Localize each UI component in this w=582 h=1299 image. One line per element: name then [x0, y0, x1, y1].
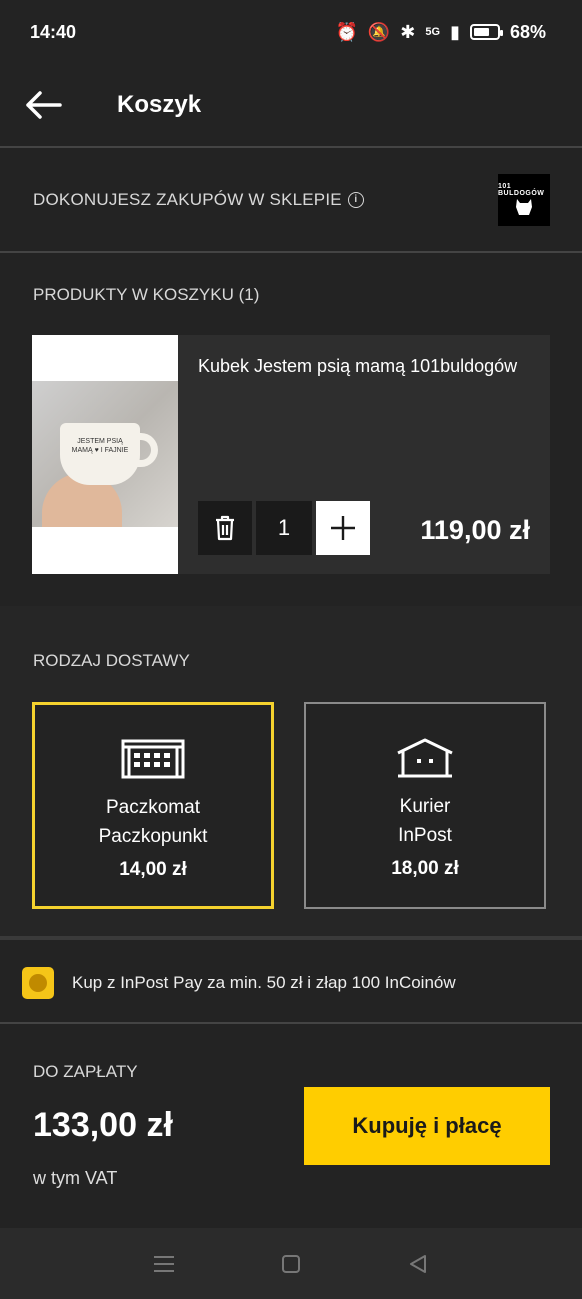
- delivery-section: RODZAJ DOSTAWY Paczkomat Paczkopunkt 14,…: [0, 606, 582, 940]
- delivery-option-price: 18,00 zł: [391, 858, 459, 879]
- shop-row: DOKONUJESZ ZAKUPÓW W SKLEPIE i 101 BULDO…: [0, 148, 582, 253]
- app-header: Koszyk: [0, 64, 582, 148]
- promo-bar[interactable]: Kup z InPost Pay za min. 50 zł i złap 10…: [0, 944, 582, 1024]
- delivery-option-line2: InPost: [398, 825, 452, 846]
- battery-icon: [469, 24, 503, 40]
- back-button[interactable]: [4, 63, 84, 147]
- system-nav-bar: [0, 1228, 582, 1299]
- product-price: 119,00 zł: [420, 515, 530, 545]
- arrow-left-icon: [26, 91, 62, 119]
- shop-label-container: DOKONUJESZ ZAKUPÓW W SKLEPIE i: [33, 190, 364, 210]
- delivery-option-price: 14,00 zł: [119, 859, 187, 880]
- delivery-title: RODZAJ DOSTAWY: [33, 651, 190, 670]
- delivery-option-paczkomat[interactable]: Paczkomat Paczkopunkt 14,00 zł: [32, 702, 274, 909]
- info-icon[interactable]: i: [347, 191, 364, 208]
- vat-note: w tym VAT: [33, 1168, 118, 1188]
- back-nav-button[interactable]: [396, 1242, 440, 1286]
- home-nav-button[interactable]: [269, 1242, 313, 1286]
- total-amount: 133,00 zł: [33, 1106, 173, 1144]
- status-bar: 14:40 ⏰ 🔕 ✱ 5G ▮ 68%: [0, 0, 582, 64]
- product-photo: JESTEM PSIĄ MAMĄ ♥ I FAJNIE: [32, 381, 178, 527]
- parcel-locker-icon: [121, 737, 185, 781]
- bluetooth-icon: ✱: [400, 21, 416, 42]
- alarm-icon: ⏰: [335, 21, 358, 42]
- menu-icon: [153, 1255, 174, 1272]
- products-title: PRODUKTY W KOSZYKU (1): [33, 285, 260, 304]
- quantity-value: 1: [256, 501, 312, 555]
- buy-and-pay-button[interactable]: Kupuję i płacę: [304, 1087, 550, 1165]
- bulldog-icon: [516, 198, 532, 215]
- delivery-option-line2: Paczkopunkt: [98, 826, 208, 847]
- shop-label: DOKONUJESZ ZAKUPÓW W SKLEPIE: [33, 189, 342, 209]
- coin-inner: [29, 974, 47, 992]
- battery-percent: 68%: [509, 21, 546, 42]
- square-icon: [281, 1254, 300, 1273]
- trash-icon: [216, 515, 234, 541]
- summary: DO ZAPŁATY 133,00 zł w tym VAT Kupuję i …: [0, 1024, 582, 1228]
- quantity-stepper: 1: [198, 501, 370, 555]
- house-icon: [395, 736, 455, 780]
- promo-text: Kup z InPost Pay za min. 50 zł i złap 10…: [72, 973, 456, 992]
- incoin-icon: [22, 967, 54, 999]
- signal-icon: ▮: [450, 21, 460, 42]
- summary-label: DO ZAPŁATY: [33, 1062, 138, 1081]
- product-name: Kubek Jestem psią mamą 101buldogów: [198, 356, 518, 376]
- increase-quantity-button[interactable]: [316, 501, 370, 555]
- menu-nav-button[interactable]: [142, 1242, 186, 1286]
- product-image[interactable]: JESTEM PSIĄ MAMĄ ♥ I FAJNIE: [32, 335, 178, 574]
- delivery-option-line1: Paczkomat: [106, 797, 200, 818]
- page-title: Koszyk: [117, 91, 202, 118]
- plus-icon: [331, 516, 355, 540]
- mug-print: JESTEM PSIĄ MAMĄ ♥ I FAJNIE: [71, 438, 129, 454]
- status-icons: ⏰ 🔕 ✱ 5G ▮ 68%: [335, 22, 546, 43]
- delivery-option-kurier[interactable]: Kurier InPost 18,00 zł: [304, 702, 546, 909]
- delivery-option-line1: Kurier: [399, 796, 451, 817]
- shop-logo-text: 101 BULDOGÓW: [498, 182, 545, 197]
- status-time: 14:40: [30, 21, 77, 42]
- shop-logo: 101 BULDOGÓW: [498, 173, 550, 226]
- mute-icon: 🔕: [367, 21, 391, 42]
- triangle-back-icon: [410, 1254, 427, 1273]
- network-label: 5G: [425, 26, 441, 38]
- product-card: JESTEM PSIĄ MAMĄ ♥ I FAJNIE Kubek Jestem…: [32, 335, 550, 574]
- battery-fill: [473, 28, 489, 36]
- delete-button[interactable]: [198, 501, 252, 555]
- products-section: PRODUKTY W KOSZYKU (1) JESTEM PSIĄ MAMĄ …: [0, 253, 582, 606]
